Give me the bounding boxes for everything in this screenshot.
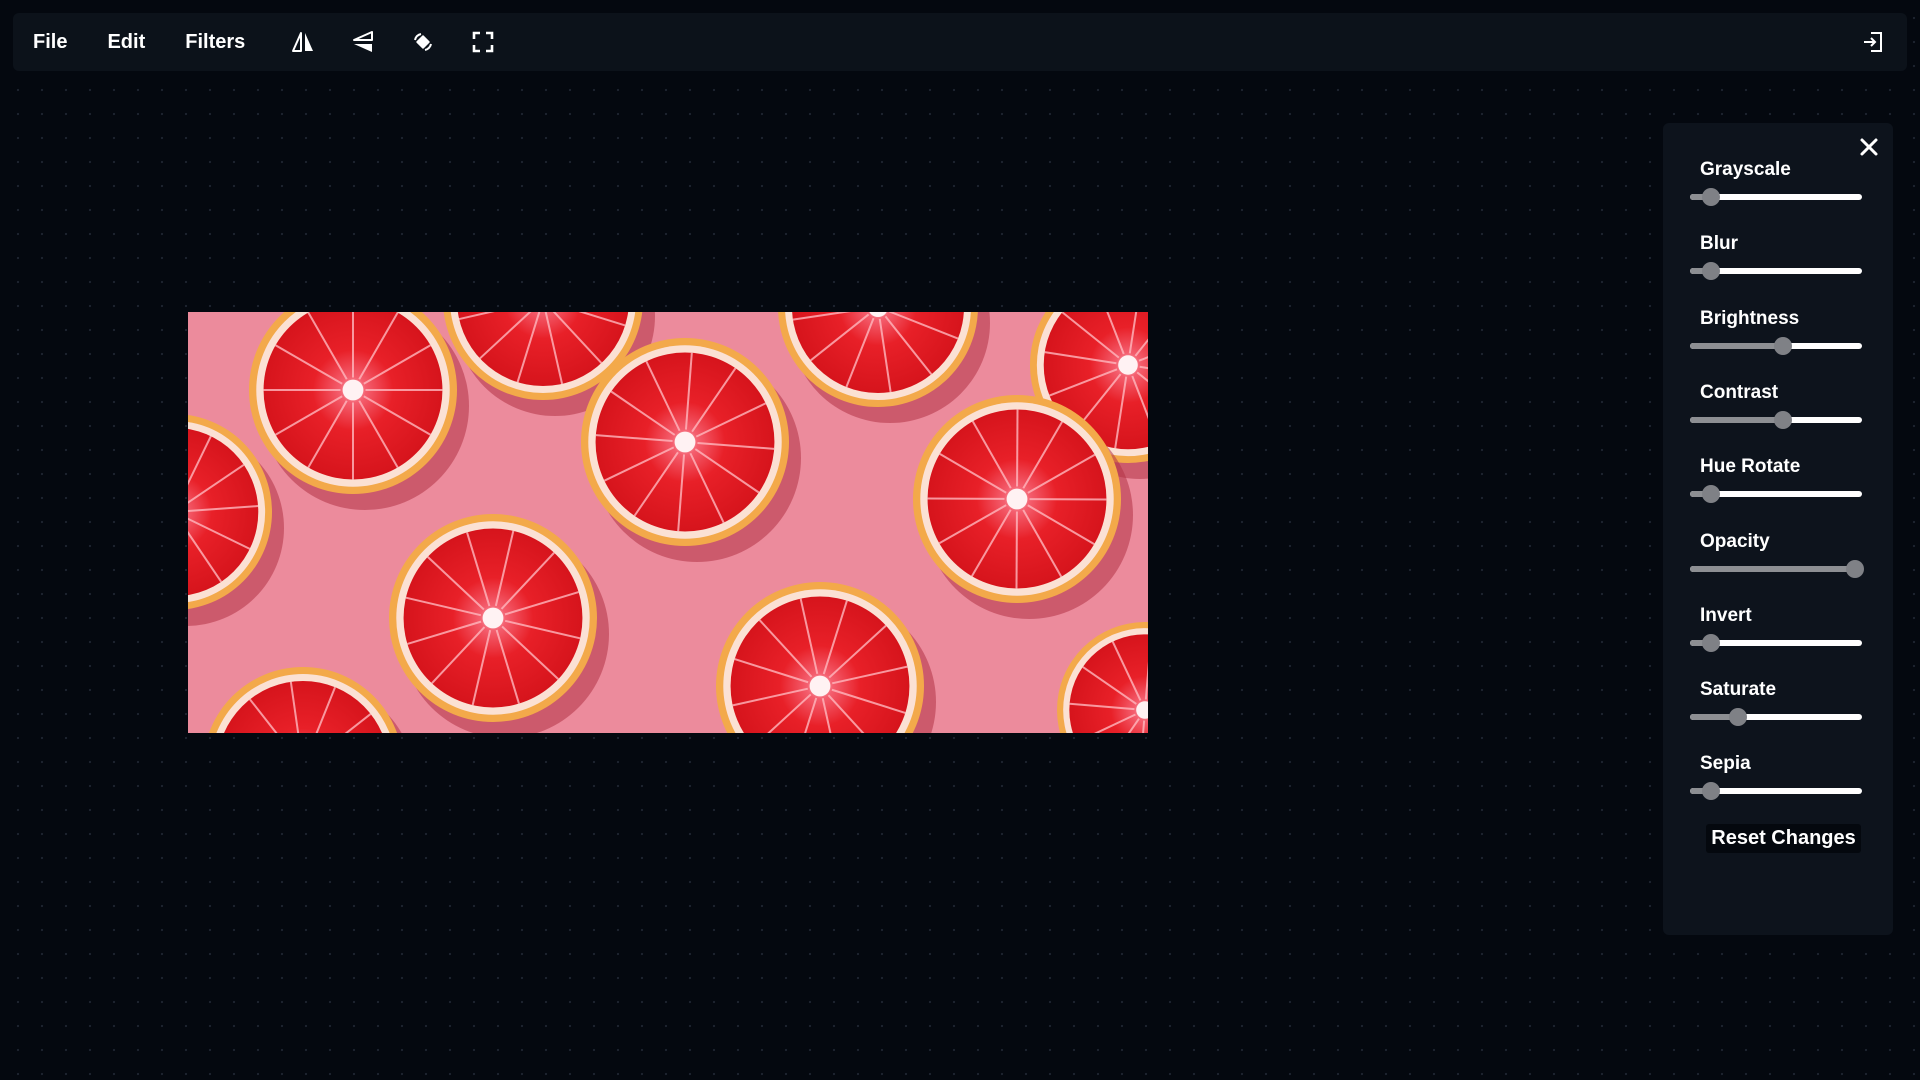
filter-opacity: Opacity bbox=[1690, 530, 1865, 579]
contrast-slider-fill bbox=[1690, 416, 1783, 423]
brightness-label: Brightness bbox=[1700, 307, 1800, 329]
filter-grayscale: Grayscale bbox=[1690, 159, 1862, 207]
rotate-icon bbox=[414, 33, 433, 51]
filters-menu[interactable]: Filters bbox=[185, 13, 245, 71]
exit-button[interactable] bbox=[1855, 24, 1891, 60]
brightness-slider[interactable] bbox=[1690, 336, 1862, 356]
opacity-slider-thumb[interactable] bbox=[1846, 559, 1865, 578]
filter-saturate: Saturate bbox=[1690, 679, 1862, 727]
hue-rotate-label: Hue Rotate bbox=[1700, 456, 1801, 478]
reset-changes-button[interactable]: Reset Changes bbox=[1706, 824, 1861, 853]
saturate-label: Saturate bbox=[1700, 679, 1777, 701]
sepia-label: Sepia bbox=[1700, 753, 1751, 775]
edit-menu[interactable]: Edit bbox=[107, 13, 145, 71]
filter-blur: Blur bbox=[1690, 233, 1862, 281]
file-menu[interactable]: File bbox=[33, 13, 67, 71]
grayscale-slider-thumb[interactable] bbox=[1701, 188, 1720, 206]
invert-label: Invert bbox=[1700, 604, 1752, 626]
close-icon bbox=[1860, 138, 1878, 156]
blur-slider-thumb[interactable] bbox=[1701, 262, 1720, 281]
flip-vertical-button[interactable] bbox=[345, 24, 381, 60]
filter-contrast: Contrast bbox=[1690, 382, 1862, 430]
hue-rotate-slider[interactable] bbox=[1690, 484, 1862, 504]
grayscale-label: Grayscale bbox=[1700, 159, 1791, 180]
opacity-slider[interactable] bbox=[1690, 559, 1865, 579]
saturate-slider[interactable] bbox=[1690, 707, 1862, 727]
contrast-slider-thumb[interactable] bbox=[1773, 410, 1792, 429]
filter-hue-rotate: Hue Rotate bbox=[1690, 456, 1862, 504]
saturate-slider-thumb[interactable] bbox=[1729, 708, 1748, 727]
sepia-slider[interactable] bbox=[1690, 781, 1862, 801]
edited-image bbox=[188, 312, 1148, 733]
blur-label: Blur bbox=[1700, 233, 1738, 255]
crop-icon bbox=[472, 31, 494, 53]
close-panel-button[interactable] bbox=[1855, 133, 1883, 161]
brightness-slider-thumb[interactable] bbox=[1773, 336, 1792, 355]
hue-rotate-slider-thumb[interactable] bbox=[1701, 485, 1720, 504]
contrast-label: Contrast bbox=[1700, 381, 1779, 403]
exit-icon bbox=[1864, 32, 1882, 52]
flip-horizontal-icon bbox=[292, 32, 314, 52]
opacity-label: Opacity bbox=[1700, 530, 1770, 552]
crop-button[interactable] bbox=[465, 24, 501, 60]
flip-horizontal-button[interactable] bbox=[285, 24, 321, 60]
blur-slider[interactable] bbox=[1690, 261, 1862, 281]
opacity-slider-fill bbox=[1690, 565, 1856, 572]
filter-invert: Invert bbox=[1690, 605, 1862, 653]
grapefruit-image bbox=[188, 312, 1148, 733]
filter-sepia: Sepia bbox=[1690, 753, 1862, 801]
brightness-slider-fill bbox=[1690, 342, 1783, 349]
sepia-slider-thumb[interactable] bbox=[1701, 782, 1720, 801]
contrast-slider[interactable] bbox=[1690, 410, 1862, 430]
top-toolbar: File Edit Filters bbox=[13, 13, 1907, 71]
filters-panel: Grayscale Blur Brightness Contrast Hue Rotat… bbox=[1663, 123, 1893, 935]
invert-slider[interactable] bbox=[1690, 633, 1862, 653]
filter-brightness: Brightness bbox=[1690, 308, 1862, 356]
invert-slider-thumb[interactable] bbox=[1701, 633, 1720, 652]
grayscale-slider[interactable] bbox=[1690, 187, 1862, 207]
flip-vertical-icon bbox=[353, 31, 374, 52]
rotate-button[interactable] bbox=[405, 24, 441, 60]
